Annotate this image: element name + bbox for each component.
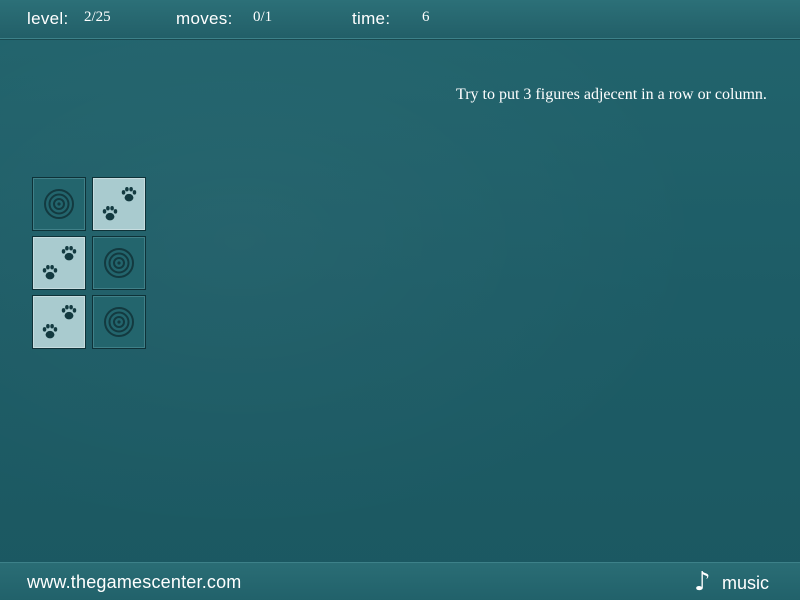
target-icon: [104, 248, 134, 278]
moves-label: moves:: [176, 9, 233, 28]
level-value: 2/25: [84, 9, 111, 25]
paw-print-icon: [42, 246, 77, 280]
target-icon: [44, 189, 74, 219]
music-label: music: [722, 573, 770, 593]
target-icon: [104, 307, 134, 337]
moves-value: 0/1: [253, 9, 273, 25]
board-tile-r3-c1[interactable]: [32, 295, 86, 349]
time-value: 6: [422, 9, 430, 25]
game-board: [32, 177, 146, 350]
status-bar: level: 2/25 moves: 0/1 time: 6: [0, 0, 800, 39]
game-stage: level: 2/25 moves: 0/1 time: 6 Try to pu…: [0, 0, 800, 600]
footer-bar: www.thegamescenter.com ♪ music: [0, 562, 800, 600]
music-note-icon: ♪: [694, 567, 711, 597]
paw-print-icon: [102, 187, 137, 221]
board-tile-r1-c2[interactable]: [92, 177, 146, 231]
music-toggle-button[interactable]: ♪ music: [694, 567, 784, 597]
site-link[interactable]: www.thegamescenter.com: [27, 572, 242, 593]
board-tile-r1-c1[interactable]: [32, 177, 86, 231]
level-label: level:: [27, 9, 69, 28]
paw-print-icon: [42, 305, 77, 339]
time-label: time:: [352, 9, 391, 28]
board-tile-r2-c2[interactable]: [92, 236, 146, 290]
board-tile-r2-c1[interactable]: [32, 236, 86, 290]
board-tile-r3-c2[interactable]: [92, 295, 146, 349]
instruction-text: Try to put 3 figures adjecent in a row o…: [456, 86, 767, 103]
